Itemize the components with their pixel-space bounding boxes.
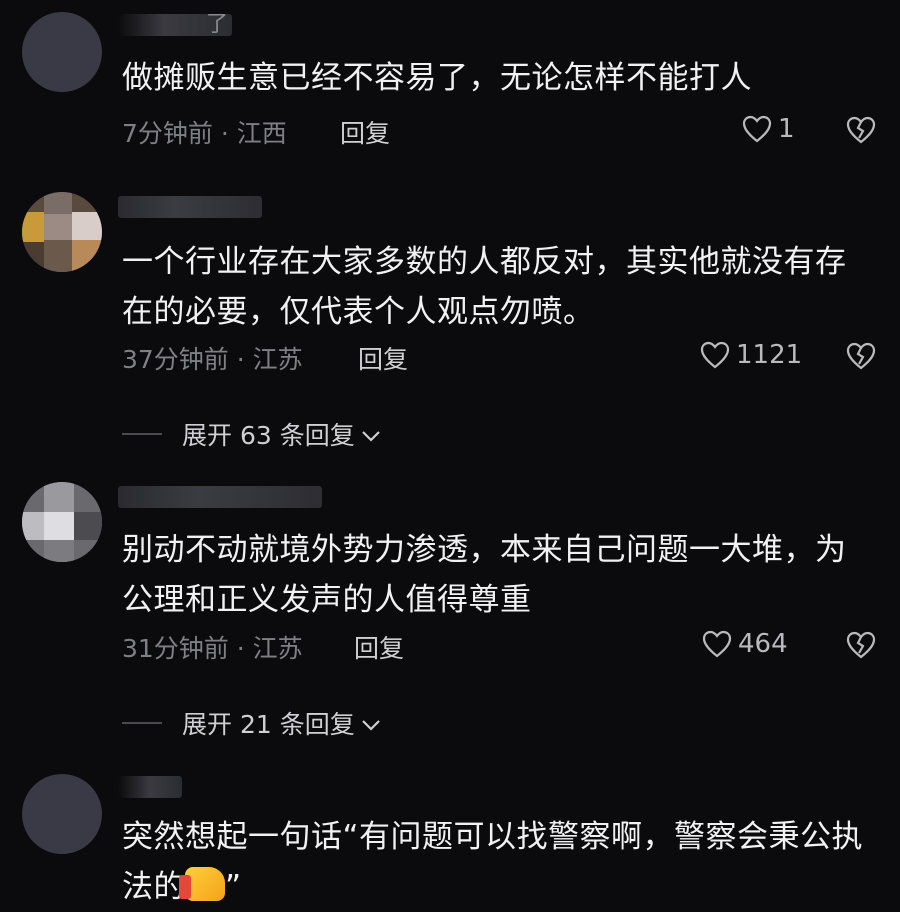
reply-button[interactable]: 回复 — [340, 114, 390, 150]
expand-replies-button[interactable]: 展开 21 条回复 — [122, 705, 381, 741]
like-button[interactable]: 464 — [702, 629, 788, 659]
username[interactable] — [118, 486, 322, 508]
thumbs-up-emoji-icon — [179, 867, 225, 901]
expand-replies-label: 展开 21 条回复 — [182, 710, 355, 739]
username[interactable] — [118, 776, 182, 798]
dislike-button[interactable] — [846, 342, 876, 370]
comment-text-suffix: ” — [225, 869, 242, 905]
comment-text: 别动不动就境外势力渗透，本来自己问题一大堆，为公理和正义发声的人值得尊重 — [122, 532, 847, 618]
like-count: 464 — [738, 629, 788, 659]
username[interactable] — [118, 196, 262, 218]
comment-text: 突然想起一句话“有问题可以找警察啊，警察会秉公执法的” — [122, 812, 872, 912]
dislike-button[interactable] — [846, 631, 876, 659]
reply-button[interactable]: 回复 — [354, 629, 404, 665]
comment-meta: 31分钟前 · 江苏 — [122, 634, 303, 663]
dislike-button[interactable] — [846, 116, 876, 144]
avatar[interactable] — [22, 12, 102, 92]
avatar[interactable] — [22, 192, 102, 272]
chevron-down-icon — [361, 420, 381, 449]
comment-text: 做摊贩生意已经不容易了，无论怎样不能打人 — [122, 60, 752, 96]
like-count: 1121 — [736, 340, 803, 370]
like-count: 1 — [778, 114, 795, 144]
broken-heart-icon — [846, 342, 876, 370]
heart-outline-icon — [700, 341, 730, 369]
expand-replies-button[interactable]: 展开 63 条回复 — [122, 416, 381, 452]
reply-button[interactable]: 回复 — [358, 340, 408, 376]
username-fragment: 了 — [206, 14, 229, 36]
heart-outline-icon — [742, 115, 772, 143]
divider — [122, 433, 162, 435]
like-button[interactable]: 1121 — [700, 340, 802, 370]
divider — [122, 722, 162, 724]
avatar[interactable] — [22, 482, 102, 562]
broken-heart-icon — [846, 116, 876, 144]
broken-heart-icon — [846, 631, 876, 659]
expand-replies-label: 展开 63 条回复 — [182, 421, 355, 450]
username[interactable]: 了 — [118, 14, 232, 36]
chevron-down-icon — [361, 709, 381, 738]
comment-meta: 37分钟前 · 江苏 — [122, 345, 303, 374]
comment-meta: 7分钟前 · 江西 — [122, 119, 287, 148]
like-button[interactable]: 1 — [742, 114, 795, 144]
heart-outline-icon — [702, 630, 732, 658]
comment-text: 一个行业存在大家多数的人都反对，其实他就没有存在的必要，仅代表个人观点勿喷。 — [122, 244, 847, 330]
avatar[interactable] — [22, 774, 102, 854]
